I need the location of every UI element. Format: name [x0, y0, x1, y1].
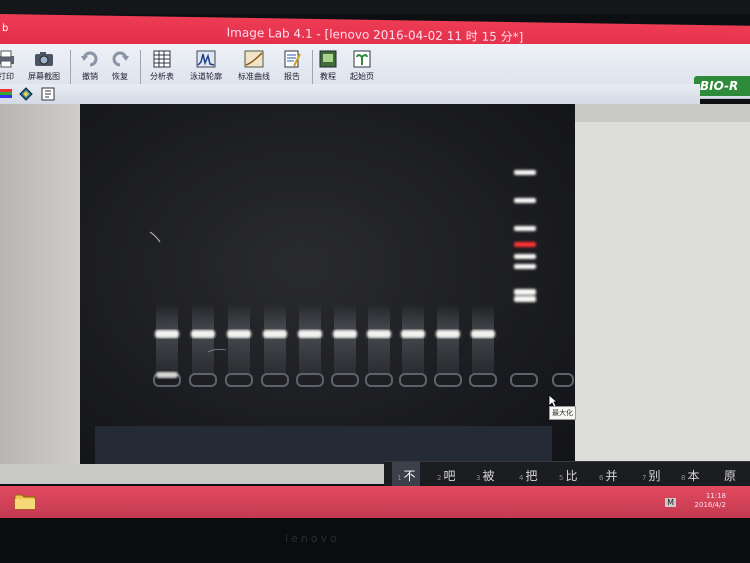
secondary-toolbar — [0, 84, 700, 104]
start-page-icon — [353, 50, 371, 68]
lane-smear — [402, 304, 424, 374]
maximize-tooltip: 最大化 — [549, 406, 576, 420]
gel-well — [552, 373, 574, 387]
ladder-band — [514, 198, 536, 203]
dna-band — [155, 330, 179, 338]
lane-smear — [334, 304, 356, 374]
gel-lower-edge — [95, 426, 552, 464]
dna-band — [471, 330, 495, 338]
lane-smear — [437, 304, 459, 374]
bio-rad-logo: BIO-R — [694, 76, 750, 96]
dna-band — [191, 330, 215, 338]
gel-well — [225, 373, 253, 387]
gel-image[interactable] — [80, 104, 575, 464]
ladder-band — [514, 296, 536, 302]
file-explorer-icon[interactable] — [14, 492, 36, 510]
gel-well — [510, 373, 538, 387]
gel-well — [331, 373, 359, 387]
lane-smear — [368, 304, 390, 374]
redo-label: 恢复 — [112, 72, 128, 81]
report-icon — [284, 50, 301, 68]
ladder-band — [514, 289, 536, 295]
taskbar: M 11:18 2016/4/2 — [0, 486, 750, 518]
lane-smear — [472, 304, 494, 374]
print-label: 打印 — [0, 72, 14, 81]
left-panel — [0, 104, 80, 464]
color-palette-icon[interactable] — [0, 87, 14, 101]
layers-diamond-icon[interactable] — [19, 87, 33, 101]
monitor-bezel: lenovo — [0, 518, 750, 563]
standard-curve-icon — [244, 50, 264, 68]
info-icon[interactable] — [41, 87, 55, 101]
dna-band — [436, 330, 460, 338]
lane-smear — [299, 304, 321, 374]
tutorial-icon — [319, 50, 337, 68]
ladder-band — [514, 254, 536, 259]
window-title: Image Lab 4.1 - [lenovo 2016-04-02 11 时 … — [226, 25, 524, 45]
dna-band — [227, 330, 251, 338]
gel-well — [469, 373, 497, 387]
table-icon — [153, 50, 171, 68]
gel-well — [189, 373, 217, 387]
clock-time[interactable]: 11:18 — [695, 492, 726, 501]
ladder-band — [514, 242, 536, 247]
dna-band — [333, 330, 357, 338]
window-menu-glyph[interactable]: b — [2, 14, 8, 44]
undo-label: 撤销 — [82, 72, 98, 81]
ladder-band — [514, 264, 536, 269]
image-workspace — [0, 104, 750, 484]
debris-fiber — [149, 231, 161, 243]
tutorial-label: 教程 — [320, 72, 336, 81]
dna-band — [263, 330, 287, 338]
standard-curve-label: 标准曲线 — [238, 72, 270, 81]
lane-profile-label: 泳道轮廓 — [190, 72, 222, 81]
dna-band — [156, 372, 178, 378]
right-panel — [552, 122, 750, 464]
toolbar-divider — [140, 50, 141, 86]
lane-smear — [228, 304, 250, 374]
start-page-label: 起始页 — [350, 72, 374, 81]
monitor-frame-top — [0, 0, 750, 14]
gel-bands — [149, 170, 574, 387]
gel-well — [296, 373, 324, 387]
gel-well — [261, 373, 289, 387]
lane-smear — [264, 304, 286, 374]
ladder-band — [514, 226, 536, 231]
gel-well — [365, 373, 393, 387]
dna-band — [298, 330, 322, 338]
clock-date[interactable]: 2016/4/2 — [695, 501, 726, 510]
tray-input-indicator[interactable]: M — [665, 498, 676, 507]
lane-smear — [156, 304, 178, 374]
undo-icon — [81, 51, 98, 67]
gel-well — [434, 373, 462, 387]
analysis-table-label: 分析表 — [150, 72, 174, 81]
gel-well — [399, 373, 427, 387]
report-label: 报告 — [284, 72, 300, 81]
printer-icon — [0, 50, 14, 68]
screenshot-label: 屏幕截图 — [28, 72, 60, 81]
lane-smear — [192, 304, 214, 374]
dna-band — [401, 330, 425, 338]
lane-profile-icon — [196, 50, 216, 68]
camera-icon — [35, 52, 53, 66]
system-tray: M 11:18 2016/4/2 — [665, 492, 726, 510]
lenovo-logo: lenovo — [285, 532, 340, 545]
redo-icon — [112, 51, 129, 67]
dna-band — [367, 330, 391, 338]
ladder-band — [514, 170, 536, 175]
